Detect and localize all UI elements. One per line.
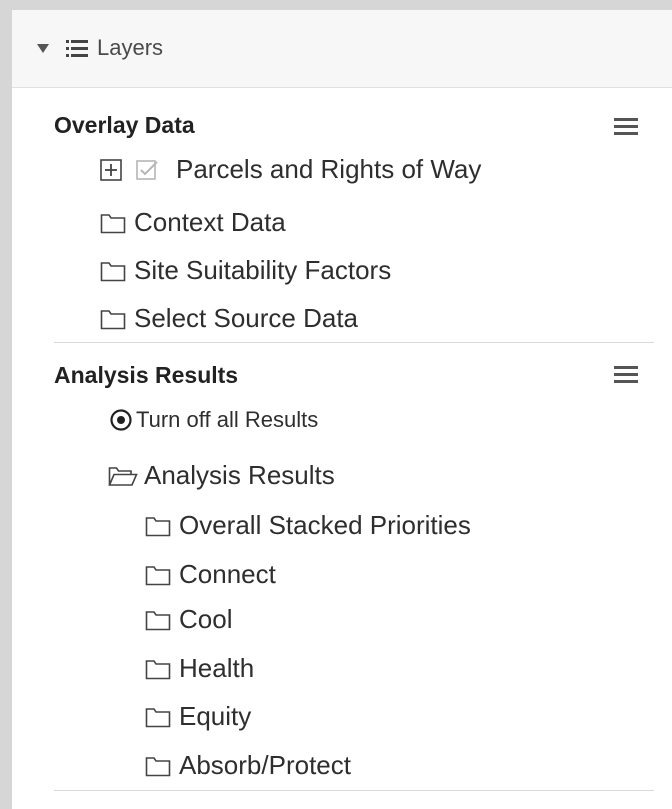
result-item-equity[interactable]: Equity: [145, 701, 251, 732]
folder-icon: [100, 261, 126, 281]
layer-label: Select Source Data: [134, 303, 359, 333]
caret-down-icon[interactable]: [37, 44, 49, 54]
list-icon: [66, 40, 88, 57]
overlay-data-title: Overlay Data: [54, 112, 195, 138]
folder-icon: [145, 756, 171, 776]
folder-label: Analysis Results: [144, 460, 335, 490]
layers-header[interactable]: Layers: [12, 10, 672, 88]
layer-item-parcels[interactable]: Parcels and Rights of Way: [100, 154, 481, 185]
analysis-results-folder[interactable]: Analysis Results: [108, 460, 335, 491]
result-label: Equity: [179, 701, 252, 731]
result-item-absorb[interactable]: Absorb/Protect: [145, 750, 351, 781]
layer-item-site-suitability[interactable]: Site Suitability Factors: [100, 255, 391, 286]
result-item-health[interactable]: Health: [145, 653, 254, 684]
folder-open-icon: [108, 466, 138, 486]
folder-icon: [100, 309, 126, 329]
layers-title: Layers: [97, 35, 164, 60]
layer-label: Context Data: [134, 207, 286, 237]
analysis-menu-icon[interactable]: [614, 365, 638, 385]
section-divider: [54, 790, 654, 791]
expand-plus-icon[interactable]: [100, 158, 122, 181]
result-label: Connect: [179, 559, 276, 589]
result-label: Health: [179, 653, 255, 683]
layer-item-context[interactable]: Context Data: [100, 207, 286, 238]
radio-selected-icon[interactable]: [110, 409, 132, 431]
folder-icon: [145, 610, 171, 630]
folder-icon: [145, 707, 171, 727]
section-divider: [54, 342, 654, 343]
checkbox-checked-icon[interactable]: [136, 159, 160, 181]
result-item-cool[interactable]: Cool: [145, 604, 232, 635]
result-item-overall[interactable]: Overall Stacked Priorities: [145, 510, 471, 541]
overlay-menu-icon[interactable]: [614, 117, 638, 137]
result-label: Overall Stacked Priorities: [179, 510, 471, 540]
folder-icon: [145, 565, 171, 585]
folder-icon: [100, 213, 126, 233]
layer-label: Parcels and Rights of Way: [176, 154, 482, 184]
result-label: Cool: [179, 604, 233, 634]
layer-item-select-source[interactable]: Select Source Data: [100, 303, 358, 334]
result-label: Absorb/Protect: [179, 750, 351, 780]
turn-off-results[interactable]: Turn off all Results: [110, 407, 318, 433]
layer-label: Site Suitability Factors: [134, 255, 392, 285]
turn-off-label: Turn off all Results: [136, 407, 319, 432]
folder-icon: [145, 659, 171, 679]
analysis-results-title: Analysis Results: [54, 362, 239, 388]
folder-icon: [145, 516, 171, 536]
result-item-connect[interactable]: Connect: [145, 559, 276, 590]
